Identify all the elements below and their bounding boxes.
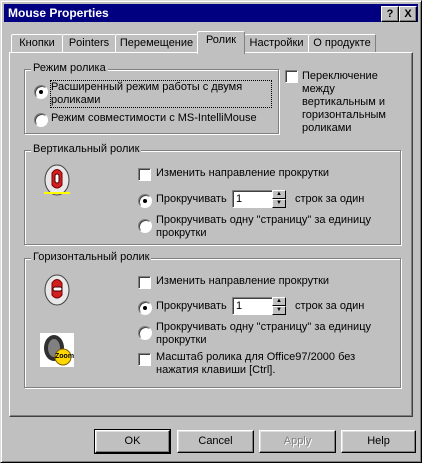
vertical-invert-label: Изменить направление прокрутки [156,167,330,179]
cancel-button[interactable]: Cancel [177,430,254,453]
dual-wheel-label[interactable]: Расширенный режим работы с двумя роликам… [50,80,272,108]
horizontal-wheel-legend: Горизонтальный ролик [31,251,152,263]
wheel-mode-group: Режим ролика Расширенный режим работы с … [24,62,279,134]
horizontal-lines-spinner[interactable]: 1 ▲ ▼ [232,297,286,315]
intellimouse-radio[interactable] [34,113,48,127]
zoom-checkbox[interactable] [138,353,151,366]
help-button[interactable]: Help [341,430,416,453]
help-title-button[interactable]: ? [381,6,399,22]
vertical-lines-spinner[interactable]: 1 ▲ ▼ [232,190,286,208]
wheel-tab-panel: Режим ролика Расширенный режим работы с … [9,52,413,417]
close-title-button[interactable]: X [399,6,417,22]
horizontal-lines-radio[interactable] [138,301,152,315]
tab-buttons[interactable]: Кнопки [11,34,63,53]
tab-pointers[interactable]: Pointers [62,34,116,53]
horizontal-page-radio[interactable] [138,326,152,340]
apply-button[interactable]: Apply [259,430,336,453]
tab-about[interactable]: О продукте [308,34,376,53]
wheel-mode-legend: Режим ролика [31,62,108,74]
vertical-wheel-legend: Вертикальный ролик [31,143,142,155]
zoom-label: Масштаб ролика для Office97/2000 без наж… [156,351,356,376]
tab-settings[interactable]: Настройки [244,34,309,53]
switch-wheels-checkbox[interactable] [285,70,298,83]
apply-button-label: Apply [283,435,312,447]
horizontal-lines-label: Прокручивать [156,300,227,312]
intellimouse-label[interactable]: Режим совместимости с MS-IntelliMouse [51,112,257,124]
mouse-properties-window: Mouse Properties ? X Кнопки Pointers Пер… [0,0,422,463]
tab-motion[interactable]: Перемещение [115,34,198,53]
spin-up-icon[interactable]: ▲ [272,297,286,306]
spin-down-icon[interactable]: ▼ [272,306,286,315]
horizontal-lines-suffix: строк за один [295,300,365,312]
vertical-lines-input[interactable]: 1 [232,190,275,208]
horizontal-page-label: Прокручивать одну "страницу" за единицу … [156,321,372,346]
ok-button[interactable]: OK [94,429,171,454]
vertical-lines-radio[interactable] [138,194,152,208]
vertical-page-radio[interactable] [138,219,152,233]
title-bar: Mouse Properties ? X [4,4,418,22]
horizontal-wheel-group: Горизонтальный ролик Zoom Изменить напра… [24,251,401,388]
horizontal-invert-label: Изменить направление прокрутки [156,275,330,287]
vertical-lines-label: Прокручивать [156,193,227,205]
tab-strip: Кнопки Pointers Перемещение Ролик Настро… [9,31,413,54]
vertical-wheel-mouse-icon [40,163,74,197]
horizontal-wheel-mouse-icon [40,273,74,307]
tab-wheel[interactable]: Ролик [197,31,245,54]
vertical-lines-suffix: строк за один [295,193,365,205]
horizontal-invert-checkbox[interactable] [138,276,151,289]
dual-wheel-radio[interactable] [34,85,48,99]
window-title: Mouse Properties [8,6,109,20]
zoom-icon-text: Zoom [55,353,75,360]
spin-up-icon[interactable]: ▲ [272,190,286,199]
horizontal-lines-input[interactable]: 1 [232,297,275,315]
vertical-wheel-group: Вертикальный ролик Изменить направление … [24,143,401,245]
switch-wheels-label: Переключение между вертикальным и горизо… [302,70,386,134]
vertical-invert-checkbox[interactable] [138,168,151,181]
vertical-page-label: Прокручивать одну "страницу" за единицу … [156,214,372,239]
zoom-wheel-icon: Zoom [40,333,74,367]
spin-down-icon[interactable]: ▼ [272,199,286,208]
